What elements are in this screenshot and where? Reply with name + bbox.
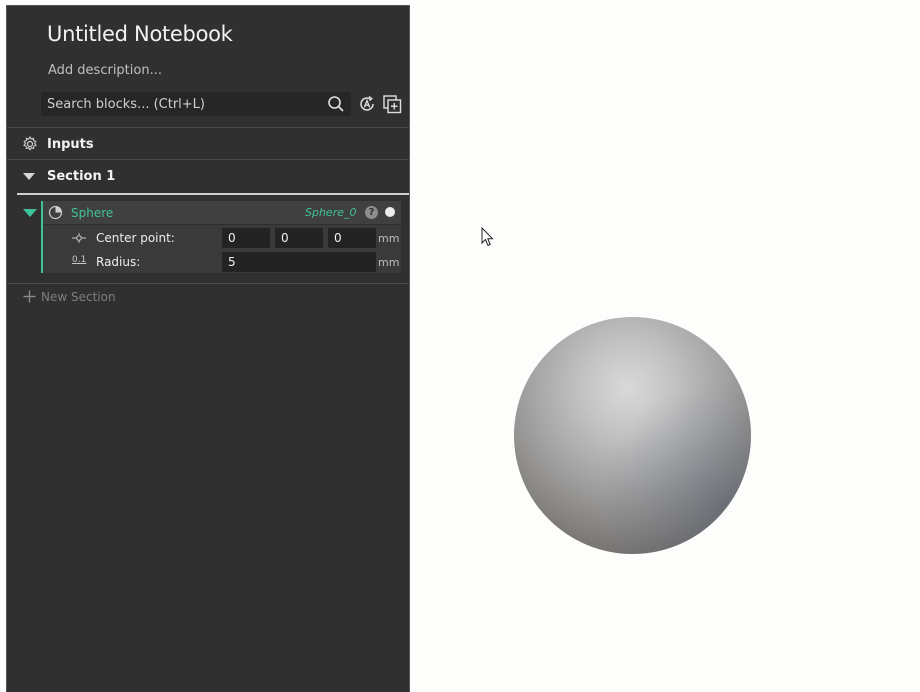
help-icon[interactable]: ? xyxy=(365,206,378,219)
section-label: Section 1 xyxy=(47,169,116,184)
visibility-toggle[interactable] xyxy=(385,207,395,217)
section-header[interactable]: Section 1 xyxy=(17,161,409,195)
center-x-input[interactable] xyxy=(222,228,270,248)
center-unit: mm xyxy=(378,232,400,245)
mouse-cursor-icon xyxy=(481,227,494,247)
notebook-title[interactable]: Untitled Notebook xyxy=(47,22,233,46)
center-z-input[interactable] xyxy=(328,228,376,248)
center-point-label: Center point: xyxy=(96,231,175,245)
search-bar xyxy=(41,92,351,116)
inputs-label: Inputs xyxy=(47,137,94,152)
app-window: Untitled Notebook Add description... Sea… xyxy=(0,0,920,692)
radius-unit: mm xyxy=(378,256,400,269)
divider xyxy=(7,127,409,128)
new-section-label: New Section xyxy=(41,290,116,304)
block-name: Sphere xyxy=(71,206,114,220)
sphere-icon xyxy=(48,205,63,220)
divider xyxy=(7,283,409,284)
sphere-block: Sphere Sphere_0 ? Center point: mm 0.1 xyxy=(41,201,401,273)
center-y-input[interactable] xyxy=(275,228,323,248)
param-row-radius: 0.1 Radius: mm xyxy=(43,250,401,274)
search-icon[interactable] xyxy=(327,95,345,113)
gear-icon xyxy=(23,136,37,151)
notebook-panel: Untitled Notebook Add description... Sea… xyxy=(6,5,410,692)
3d-viewport[interactable] xyxy=(411,0,920,692)
ai-assist-icon[interactable] xyxy=(358,95,376,113)
inputs-row[interactable]: Inputs xyxy=(7,129,409,160)
caret-down-icon[interactable] xyxy=(23,173,35,180)
block-variable-name[interactable]: Sphere_0 xyxy=(305,206,357,219)
divider xyxy=(7,159,409,160)
number-icon: 0.1 xyxy=(72,255,87,265)
radius-input[interactable] xyxy=(222,252,376,272)
radius-label: Radius: xyxy=(96,255,141,269)
param-row-center: Center point: mm xyxy=(43,226,401,250)
add-block-icon[interactable] xyxy=(383,95,402,114)
block-collapse-icon[interactable] xyxy=(23,209,37,217)
search-input[interactable] xyxy=(47,92,317,116)
block-header[interactable]: Sphere Sphere_0 ? xyxy=(43,201,401,225)
plus-icon xyxy=(23,290,36,303)
sphere-shading xyxy=(514,317,751,554)
notebook-description[interactable]: Add description... xyxy=(48,63,162,78)
point-icon xyxy=(72,233,86,243)
